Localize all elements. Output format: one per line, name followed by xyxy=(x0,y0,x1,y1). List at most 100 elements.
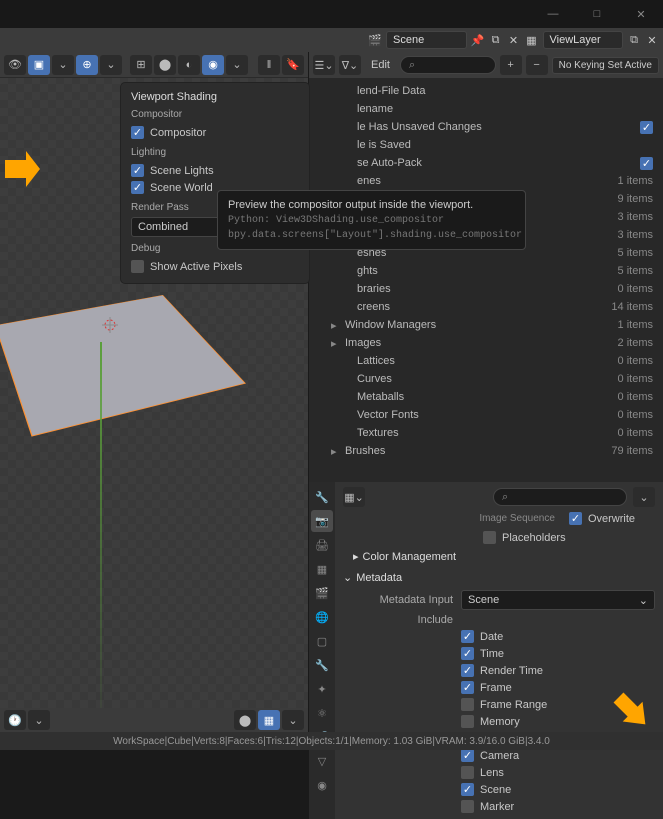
outliner-row[interactable]: le Has Unsaved Changes✓ xyxy=(309,118,663,136)
outliner-row[interactable]: le is Saved xyxy=(309,136,663,154)
outliner-tree[interactable]: lend-File Datalenamele Has Unsaved Chang… xyxy=(309,78,663,464)
metadata-input-dropdown[interactable]: Scene ⌄ xyxy=(461,590,655,610)
3d-viewport[interactable]: 👁 ▣ ⌄ ⊕ ⌄ ⊞ ⬤ ◐ ◉ ⌄ ‖ 🔖 Viewport Shading… xyxy=(0,52,308,732)
scene-lights-checkbox[interactable]: ✓ Scene Lights xyxy=(131,162,299,179)
viewlayer-tab-icon[interactable]: ▦ xyxy=(311,558,333,580)
status-tris: Tris:12 xyxy=(266,736,296,747)
object-tab-icon[interactable]: ▢ xyxy=(311,630,333,652)
include-frame[interactable]: ✓Frame xyxy=(461,679,655,696)
outliner-row[interactable]: enes1 items xyxy=(309,172,663,190)
outliner-row[interactable]: Vector Fonts0 items xyxy=(309,406,663,424)
color-management-panel[interactable]: ▸ Color Management xyxy=(353,546,655,567)
scene-selector[interactable]: Scene xyxy=(386,31,467,49)
physics-tab-icon[interactable]: ⚛ xyxy=(311,702,333,724)
include-date[interactable]: ✓Date xyxy=(461,628,655,645)
properties-tabs: 🔧 📷 🖨 ▦ 🎬 🌐 ▢ 🔧 ✦ ⚛ 🔗 ▽ ◉ xyxy=(309,482,335,819)
overlay-icon[interactable]: ⊕ xyxy=(76,55,98,75)
outliner-display-mode[interactable]: ☰⌄ xyxy=(313,55,335,75)
outliner-search[interactable]: ⌕ xyxy=(400,56,496,74)
mesh-cube[interactable] xyxy=(0,295,246,437)
remove-keying-button[interactable]: − xyxy=(526,55,548,75)
rendered-shading-icon[interactable]: ◉ xyxy=(202,55,224,75)
autokey-icon[interactable]: ⬤ xyxy=(234,710,256,730)
material-tab-icon[interactable]: ◉ xyxy=(311,774,333,796)
3d-cursor[interactable] xyxy=(100,315,120,335)
checkbox-on-icon: ✓ xyxy=(131,126,144,139)
keying-dropdown[interactable]: ▦ xyxy=(258,710,280,730)
outliner-row[interactable]: ▸Images2 items xyxy=(309,334,663,352)
close-button[interactable]: ✕ xyxy=(619,0,663,28)
matpreview-shading-icon[interactable]: ◐ xyxy=(178,55,200,75)
outliner-row[interactable]: ▸Brushes79 items xyxy=(309,442,663,460)
outliner-row[interactable]: Lattices0 items xyxy=(309,352,663,370)
metadata-panel[interactable]: ⌄ Metadata xyxy=(343,567,655,588)
overwrite-checkbox[interactable]: ✓Overwrite xyxy=(569,510,635,527)
output-tab-icon[interactable]: 🖨 xyxy=(311,534,333,556)
pin-icon[interactable]: 📌 xyxy=(471,33,485,47)
outliner-row[interactable]: Metaballs0 items xyxy=(309,388,663,406)
metadata-input-label: Metadata Input xyxy=(343,594,453,606)
status-faces: Faces:6 xyxy=(228,736,264,747)
keying-set-selector[interactable]: No Keying Set Active xyxy=(552,57,659,74)
outliner-row[interactable]: ghts5 items xyxy=(309,262,663,280)
world-tab-icon[interactable]: 🌐 xyxy=(311,606,333,628)
panel-title: Viewport Shading xyxy=(131,91,299,103)
visibility-icon[interactable]: 👁 xyxy=(4,55,26,75)
pause-icon[interactable]: ‖ xyxy=(258,55,280,75)
data-tab-icon[interactable]: ▽ xyxy=(311,750,333,772)
checkbox-off-icon xyxy=(461,766,474,779)
compositor-section-label: Compositor xyxy=(131,109,299,120)
delete-layer-icon[interactable]: ✕ xyxy=(645,33,659,47)
keying-chevron[interactable]: ⌄ xyxy=(282,710,304,730)
tool-tab-icon[interactable]: 🔧 xyxy=(311,486,333,508)
render-tab-icon[interactable]: 📷 xyxy=(311,510,333,532)
checkbox-on-icon: ✓ xyxy=(131,181,144,194)
copy-icon[interactable]: ⧉ xyxy=(489,33,503,47)
status-objects: Objects:1/1 xyxy=(299,736,350,747)
outliner-row[interactable]: lename xyxy=(309,100,663,118)
search-icon: ⌕ xyxy=(502,491,508,504)
include-marker[interactable]: Marker xyxy=(461,798,655,815)
outliner-row[interactable]: Curves0 items xyxy=(309,370,663,388)
outliner-row[interactable]: lend-File Data xyxy=(309,82,663,100)
particles-tab-icon[interactable]: ✦ xyxy=(311,678,333,700)
include-render-time[interactable]: ✓Render Time xyxy=(461,662,655,679)
maximize-button[interactable]: □ xyxy=(575,0,619,28)
tooltip-python1: Python: View3DShading.use_compositor xyxy=(228,215,515,226)
viewlayer-selector[interactable]: ViewLayer xyxy=(543,31,624,49)
props-search[interactable]: ⌕ xyxy=(493,488,627,506)
include-scene[interactable]: ✓Scene xyxy=(461,781,655,798)
include-time[interactable]: ✓Time xyxy=(461,645,655,662)
shading-dropdown[interactable]: ⌄ xyxy=(226,55,248,75)
scene-tab-icon[interactable]: 🎬 xyxy=(311,582,333,604)
delete-scene-icon[interactable]: ✕ xyxy=(507,33,521,47)
outliner-row[interactable]: braries0 items xyxy=(309,280,663,298)
copy-layer-icon[interactable]: ⧉ xyxy=(627,33,641,47)
props-options-icon[interactable]: ⌄ xyxy=(633,487,655,507)
editor-type-icon[interactable]: 🕐 xyxy=(4,710,26,730)
gizmo-dropdown[interactable]: ⌄ xyxy=(52,55,74,75)
outliner-row[interactable]: ▸Window Managers1 items xyxy=(309,316,663,334)
show-active-pixels-checkbox[interactable]: Show Active Pixels xyxy=(131,258,299,275)
compositor-checkbox-row[interactable]: ✓ Compositor xyxy=(131,124,299,141)
checkbox-on-icon: ✓ xyxy=(461,664,474,677)
overlay-dropdown[interactable]: ⌄ xyxy=(100,55,122,75)
bookmark-icon[interactable]: 🔖 xyxy=(282,55,304,75)
outliner-row[interactable]: Textures0 items xyxy=(309,424,663,442)
outliner-row[interactable]: se Auto-Pack✓ xyxy=(309,154,663,172)
props-display-icon[interactable]: ▦⌄ xyxy=(343,487,365,507)
playback-dropdown[interactable]: ⌄ xyxy=(28,710,50,730)
checkbox-on-icon: ✓ xyxy=(461,681,474,694)
checkbox-off-icon xyxy=(461,800,474,813)
viewport-shading-panel: Viewport Shading Compositor ✓ Compositor… xyxy=(120,82,310,284)
modifier-tab-icon[interactable]: 🔧 xyxy=(311,654,333,676)
select-mode-icon[interactable]: ▣ xyxy=(28,55,50,75)
wireframe-shading-icon[interactable]: ⊞ xyxy=(130,55,152,75)
add-keying-button[interactable]: + xyxy=(500,55,522,75)
placeholders-checkbox[interactable]: Placeholders xyxy=(483,529,655,546)
outliner-filter-icon[interactable]: ∇⌄ xyxy=(339,55,361,75)
minimize-button[interactable]: — xyxy=(531,0,575,28)
include-lens[interactable]: Lens xyxy=(461,764,655,781)
solid-shading-icon[interactable]: ⬤ xyxy=(154,55,176,75)
outliner-row[interactable]: creens14 items xyxy=(309,298,663,316)
